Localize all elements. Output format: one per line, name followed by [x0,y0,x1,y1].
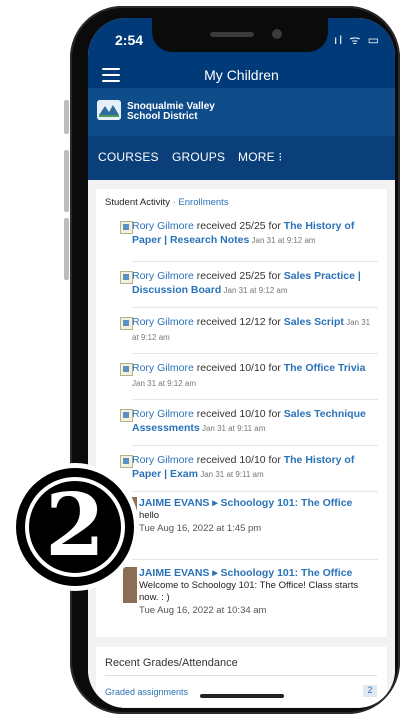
nav-more[interactable]: MORE ⁝ [238,150,282,164]
update-post[interactable]: JAIME EVANS ▸ Schoology 101: The Office … [123,567,379,618]
activity-item[interactable]: Rory Gilmore received 10/10 for The Offi… [120,361,378,391]
post-title[interactable]: JAIME EVANS ▸ Schoology 101: The Office [139,567,379,580]
nav-courses[interactable]: COURSES [98,150,159,164]
speaker-grille [210,32,254,37]
page-title: My Children [204,67,279,83]
assignment-icon [120,363,133,376]
assignment-icon [120,409,133,422]
phone-volume-down-button [64,218,69,280]
student-name[interactable]: Rory Gilmore [132,316,194,328]
activity-item[interactable]: Rory Gilmore received 10/10 for Sales Te… [120,407,378,436]
activity-item[interactable]: Rory Gilmore received 25/25 for Sales Pr… [120,269,378,298]
app-header: 2:54 ıl ᯤ ▭ My Children [88,18,395,88]
assignment-icon [120,317,133,330]
student-name[interactable]: Rory Gilmore [132,454,194,466]
post-title[interactable]: JAIME EVANS ▸ Schoology 101: The Office [139,497,379,510]
update-post[interactable]: JAIME EVANS ▸ Schoology 101: The Office … [123,497,379,536]
main-content: Student Activity · Enrollments Rory Gilm… [88,180,395,708]
recent-grades-card: Recent Grades/Attendance Graded assignme… [96,647,387,707]
district-banner[interactable]: Snoqualmie Valley School District [88,88,395,136]
activity-text: received 25/25 for [193,270,284,282]
activity-date: Jan 31 at 9:11 am [197,470,264,479]
status-time: 2:54 [115,32,144,48]
divider [132,491,378,492]
divider [132,559,378,560]
activity-item[interactable]: Rory Gilmore received 25/25 for The Hist… [120,219,378,248]
assignment-icon [120,271,133,284]
activity-item[interactable]: Rory Gilmore received 10/10 for The Hist… [120,453,378,482]
student-activity-label: Student Activity [105,197,170,208]
activity-date: Jan 31 at 9:12 am [221,286,288,295]
step-number-badge: 2 [16,468,134,586]
step-number: 2 [45,475,105,576]
activity-date: Jan 31 at 9:12 am [132,379,197,388]
phone-screen: 2:54 ıl ᯤ ▭ My Children Snoqualmie Valle… [88,18,395,708]
divider [132,307,378,308]
assignment-link[interactable]: The Office Trivia [284,362,366,374]
activity-text: received 10/10 for [193,408,284,420]
assignment-link[interactable]: Sales Script [284,316,344,328]
student-activity-heading: Student Activity · Enrollments [105,197,229,208]
enrollments-link[interactable]: Enrollments [178,197,228,208]
assignment-icon [120,455,133,468]
activity-text: received 12/12 for [193,316,284,328]
student-name[interactable]: Rory Gilmore [132,408,194,420]
divider [132,261,378,262]
top-nav: COURSES GROUPS MORE ⁝ [88,136,395,180]
phone-volume-up-button [64,150,69,212]
front-camera [272,29,282,39]
activity-text: received 10/10 for [193,454,284,466]
home-indicator[interactable] [200,694,284,698]
activity-item[interactable]: Rory Gilmore received 12/12 for Sales Sc… [120,315,378,345]
district-logo-icon [97,100,121,120]
assignment-icon [120,221,133,234]
activity-text: received 25/25 for [193,220,284,232]
count-badge: 2 [363,685,377,697]
student-name[interactable]: Rory Gilmore [132,270,194,282]
post-body: Welcome to Schoology 101: The Office! Cl… [139,580,359,603]
activity-date: Jan 31 at 9:11 am [199,424,266,433]
phone-mute-switch [64,100,69,134]
district-name: Snoqualmie Valley School District [127,101,215,122]
post-body: hello [139,510,160,521]
post-date: Tue Aug 16, 2022 at 10:34 am [139,605,267,616]
activity-text: received 10/10 for [193,362,284,374]
post-date: Tue Aug 16, 2022 at 1:45 pm [139,523,262,534]
student-name[interactable]: Rory Gilmore [132,220,194,232]
phone-notch [152,18,328,52]
student-activity-card: Student Activity · Enrollments Rory Gilm… [96,189,387,637]
divider [132,445,378,446]
student-name[interactable]: Rory Gilmore [132,362,194,374]
divider [132,399,378,400]
divider [132,353,378,354]
nav-groups[interactable]: GROUPS [172,150,225,164]
divider [105,675,377,676]
graded-assignments-link[interactable]: Graded assignments [105,687,188,697]
activity-date: Jan 31 at 9:12 am [249,236,316,245]
recent-grades-title: Recent Grades/Attendance [105,657,238,669]
status-icons: ıl ᯤ ▭ [334,33,381,47]
